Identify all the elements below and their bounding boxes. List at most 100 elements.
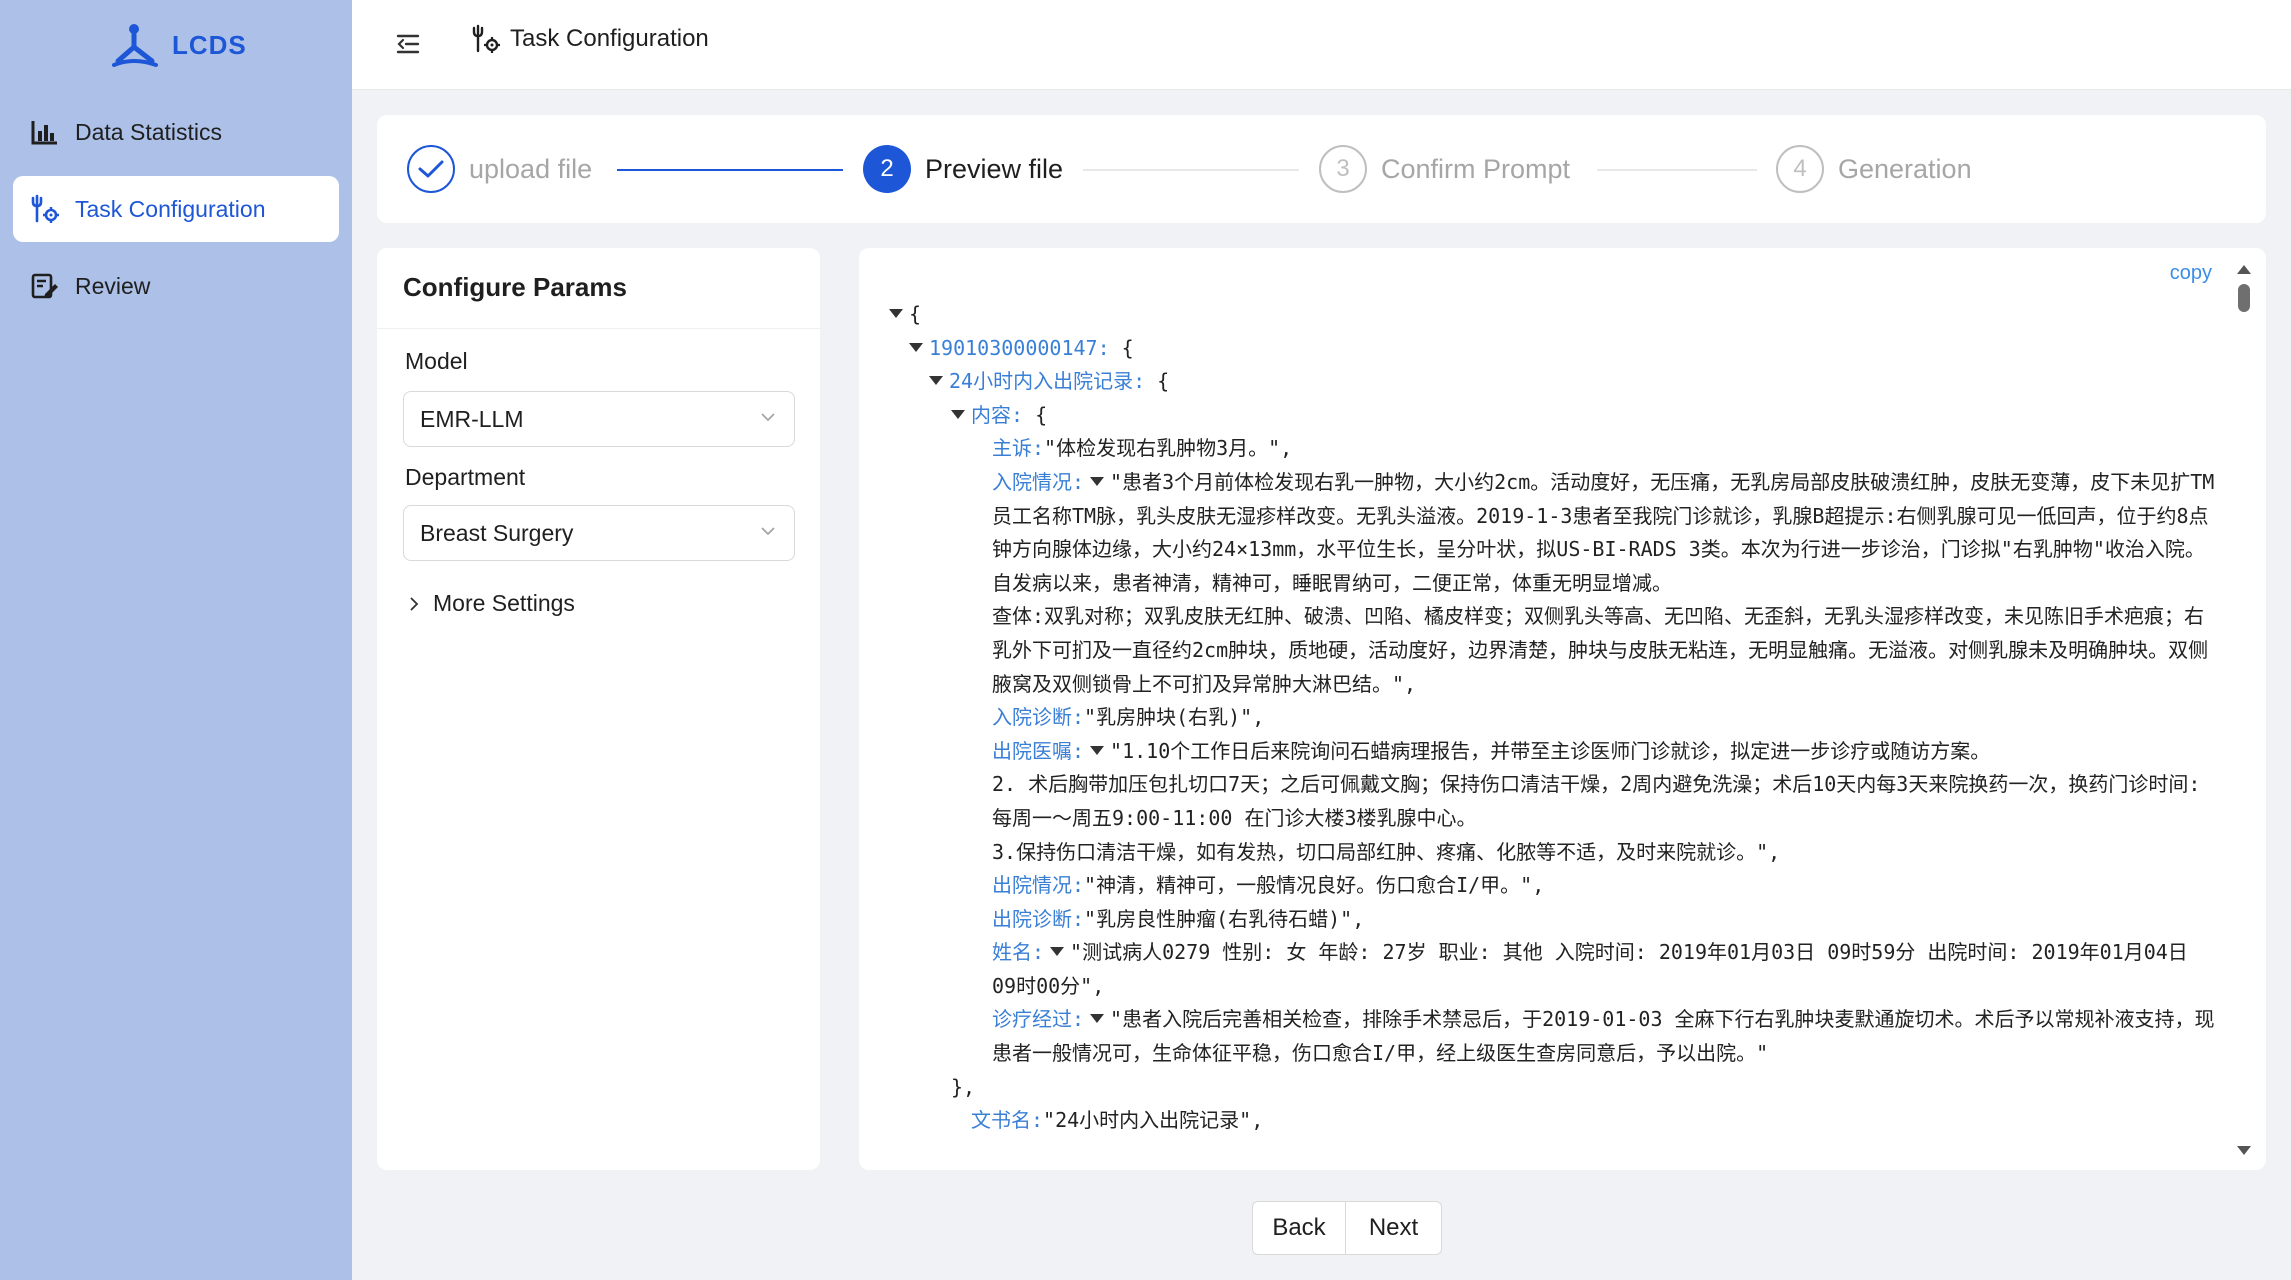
- json-key: 24小时内入出院记录:: [949, 369, 1146, 394]
- json-value: 自发病以来，患者神清，精神可，睡眠胃纳可，二便正常，体重无明显增减。: [992, 570, 1672, 595]
- json-value: "神清，精神可，一般情况良好。伤口愈合I/甲。",: [1084, 873, 1545, 898]
- json-value: 2. 术后胸带加压包扎切口7天；之后可佩戴文胸；保持伤口清洁干燥，2周内避免洗澡…: [992, 772, 2201, 830]
- nav-item-data-statistics[interactable]: Data Statistics: [13, 99, 339, 165]
- sidebar: LCDS Data Statistics Task Configuration …: [0, 0, 352, 1280]
- collapse-caret-icon[interactable]: [929, 376, 943, 386]
- more-settings-label: More Settings: [433, 590, 575, 616]
- json-value: "体检发现右乳肿物3月。",: [1044, 436, 1293, 461]
- collapse-caret-icon[interactable]: [889, 309, 903, 318]
- scroll-down-arrow-icon[interactable]: [2234, 1144, 2254, 1158]
- json-value: "乳房肿块(右乳)",: [1084, 705, 1265, 730]
- step-confirm-prompt[interactable]: 3 Confirm Prompt: [1319, 145, 1570, 193]
- json-value: "患者3个月前体检发现右乳一肿物，大小约2cm。活动度好，无压痛，无乳房局部皮肤…: [992, 469, 2215, 562]
- json-line: 入院情况: "患者3个月前体检发现右乳一肿物，大小约2cm。活动度好，无压痛，无乳…: [992, 466, 2219, 567]
- json-key: 文书名:: [971, 1108, 1044, 1133]
- json-line: 出院医嘱: "1.10个工作日后来院询问石蜡病理报告，并带至主诊医师门诊就诊，拟定…: [992, 735, 2219, 769]
- json-line: 3.保持伤口清洁干燥，如有发热，切口局部红肿、疼痛、化脓等不适，及时来院就诊。"…: [992, 836, 2219, 870]
- header-title-text: Task Configuration: [510, 25, 709, 52]
- tools-icon: [472, 24, 500, 53]
- model-label: Model: [405, 348, 468, 374]
- json-line: {: [889, 298, 2219, 332]
- json-line: 出院情况:"神清，精神可，一般情况良好。伤口愈合I/甲。",: [889, 869, 2219, 903]
- copy-button[interactable]: copy: [2170, 262, 2212, 285]
- step-label: Confirm Prompt: [1381, 153, 1571, 184]
- json-key: 诊疗经过:: [992, 1007, 1085, 1032]
- model-value: EMR-LLM: [420, 405, 524, 432]
- json-line: },: [951, 1074, 976, 1099]
- collapse-caret-icon[interactable]: [909, 342, 923, 352]
- step-label: upload file: [469, 153, 593, 184]
- configure-params-panel: Configure Params Model EMR-LLM Departmen…: [377, 248, 820, 1170]
- json-line: 出院诊断:"乳房良性肿瘤(右乳待石蜡)",: [889, 903, 2219, 937]
- json-line: 19010300000147: {: [889, 332, 2219, 366]
- collapse-caret-icon[interactable]: [1050, 947, 1065, 957]
- nav-item-review[interactable]: Review: [13, 253, 339, 319]
- next-button[interactable]: Next: [1346, 1201, 1442, 1255]
- nav-label: Task Configuration: [75, 195, 266, 222]
- json-line: 诊疗经过: "患者入院后完善相关检查，排除手术禁忌后，于2019-01-03 全麻…: [992, 1003, 2219, 1070]
- nav-label: Review: [75, 272, 151, 299]
- check-icon: [418, 160, 444, 178]
- back-button[interactable]: Back: [1252, 1201, 1346, 1255]
- nav-label: Data Statistics: [75, 118, 222, 145]
- chevron-down-icon: [761, 413, 775, 422]
- collapse-caret-icon[interactable]: [1090, 745, 1105, 755]
- app-name: LCDS: [172, 29, 247, 60]
- json-value: "乳房良性肿瘤(右乳待石蜡)",: [1084, 906, 1365, 931]
- app-logo[interactable]: LCDS: [110, 20, 247, 70]
- department-select[interactable]: Breast Surgery: [403, 505, 795, 561]
- scroll-up-arrow-icon[interactable]: [2234, 262, 2254, 276]
- nav-item-task-configuration[interactable]: Task Configuration: [13, 176, 339, 242]
- step-number: 3: [1319, 145, 1367, 193]
- department-label: Department: [405, 464, 526, 490]
- json-tree: { 19010300000147: { 24小时内入出院记录: { 内容: { …: [889, 298, 2219, 1138]
- edit-icon: [31, 273, 58, 299]
- page-title: Task Configuration: [472, 24, 709, 54]
- chevron-right-icon: [410, 596, 419, 611]
- json-key: 入院情况:: [992, 469, 1085, 494]
- step-connector: [1597, 169, 1757, 171]
- step-connector: [617, 169, 843, 171]
- json-line: 入院诊断:"乳房肿块(右乳)",: [889, 701, 2219, 735]
- json-line: 姓名: "测试病人0279 性别: 女 年龄: 27岁 职业: 其他 入院时间: …: [992, 936, 2219, 1003]
- json-line: 查体:双乳对称；双乳皮肤无红肿、破溃、凹陷、橘皮样变；双侧乳头等高、无凹陷、无歪…: [992, 600, 2219, 701]
- step-number: 2: [863, 145, 911, 193]
- json-line: 自发病以来，患者神清，精神可，睡眠胃纳可，二便正常，体重无明显增减。: [992, 567, 2219, 601]
- scrollbar-thumb[interactable]: [2238, 284, 2250, 312]
- json-line: 主诉:"体检发现右乳肿物3月。",: [889, 432, 2219, 466]
- json-key: 入院诊断:: [992, 705, 1085, 730]
- steps-bar: upload file 2 Preview file 3 Confirm Pro…: [377, 115, 2266, 223]
- more-settings-toggle[interactable]: More Settings: [409, 590, 575, 617]
- step-done-circle: [407, 145, 455, 193]
- json-line: 文书名:"24小时内入出院记录",: [889, 1104, 2219, 1138]
- department-value: Breast Surgery: [420, 519, 574, 546]
- model-select[interactable]: EMR-LLM: [403, 391, 795, 447]
- json-value: "1.10个工作日后来院询问石蜡病理报告，并带至主诊医师门诊就诊，拟定进一步诊疗…: [1110, 738, 1991, 763]
- json-key: 19010300000147:: [929, 335, 1110, 360]
- top-header: Task Configuration: [352, 0, 2291, 90]
- json-key: 出院情况:: [992, 873, 1085, 898]
- step-upload-file[interactable]: upload file: [407, 145, 592, 193]
- step-preview-file[interactable]: 2 Preview file: [863, 145, 1063, 193]
- collapse-caret-icon[interactable]: [1090, 476, 1105, 486]
- menu-fold-icon[interactable]: [394, 30, 422, 58]
- json-value: "患者入院后完善相关检查，排除手术禁忌后，于2019-01-03 全麻下行右乳肿…: [992, 1007, 2215, 1066]
- json-key: 出院医嘱:: [992, 738, 1085, 763]
- json-value: 查体:双乳对称；双乳皮肤无红肿、破溃、凹陷、橘皮样变；双侧乳头等高、无凹陷、无歪…: [992, 604, 2209, 696]
- panel-title: Configure Params: [403, 272, 627, 302]
- step-number: 4: [1776, 145, 1824, 193]
- collapse-caret-icon[interactable]: [1090, 1014, 1105, 1024]
- collapse-caret-icon[interactable]: [951, 409, 965, 419]
- step-generation[interactable]: 4 Generation: [1776, 145, 1972, 193]
- json-line: 24小时内入出院记录: {: [889, 365, 2219, 399]
- logo-icon: [112, 24, 158, 67]
- json-key: 姓名:: [992, 940, 1045, 965]
- json-value: "测试病人0279 性别: 女 年龄: 27岁 职业: 其他 入院时间: 201…: [992, 940, 2188, 998]
- json-key: 出院诊断:: [992, 906, 1085, 931]
- step-label: Generation: [1838, 153, 1972, 184]
- tools-icon: [31, 194, 59, 223]
- step-connector: [1083, 169, 1299, 171]
- wizard-nav-buttons: Back Next: [1252, 1201, 1442, 1255]
- chevron-down-icon: [761, 527, 775, 536]
- divider: [377, 328, 820, 329]
